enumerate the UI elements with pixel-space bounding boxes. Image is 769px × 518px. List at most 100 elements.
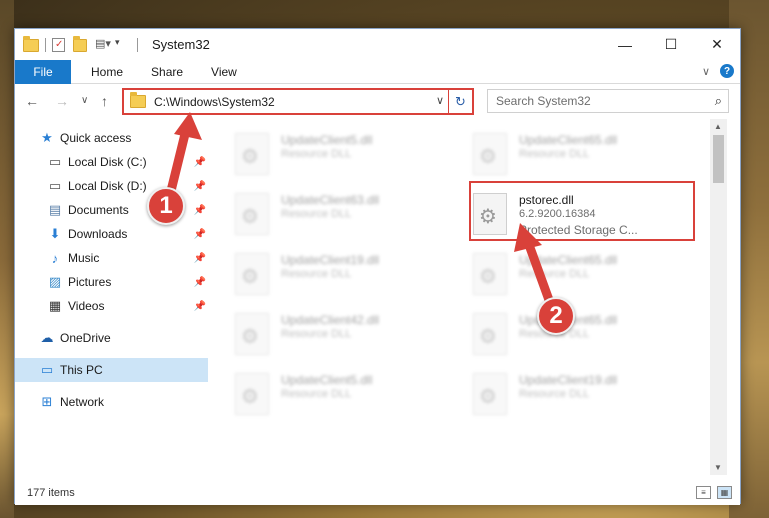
- sidebar-item-music[interactable]: ♪ Music 📌: [15, 246, 208, 270]
- minimize-button[interactable]: —: [602, 29, 648, 60]
- scroll-up-icon[interactable]: ▲: [714, 122, 722, 131]
- cloud-icon: ☁: [40, 330, 54, 345]
- search-input[interactable]: Search System32: [496, 94, 591, 108]
- address-path: C:\Windows\System32: [154, 94, 275, 109]
- dll-file-icon: [473, 373, 507, 415]
- file-type: Resource DLL: [281, 328, 352, 340]
- address-bar[interactable]: C:\Windows\System32 ∨ ↻: [122, 88, 474, 115]
- pin-icon: 📌: [193, 228, 206, 240]
- refresh-icon[interactable]: ↻: [448, 90, 472, 113]
- scrollbar-thumb[interactable]: [713, 135, 724, 183]
- sidebar-item-videos[interactable]: ▦ Videos 📌: [15, 294, 208, 318]
- back-arrow-icon[interactable]: ←: [25, 93, 39, 109]
- file-item[interactable]: UpdateClient19.dll Resource DLL: [473, 367, 693, 423]
- pin-icon: 📌: [193, 180, 206, 192]
- file-type: Resource DLL: [281, 268, 352, 280]
- step-2-badge: 2: [537, 297, 575, 335]
- sidebar-item-downloads[interactable]: ⬇ Downloads 📌: [15, 222, 208, 246]
- star-icon: ★: [41, 130, 53, 145]
- pictures-icon: ▨: [48, 274, 62, 289]
- sidebar-item-local-disk-c[interactable]: ▭ Local Disk (C:) 📌: [15, 150, 208, 174]
- status-bar: 177 items ≡ ▦: [15, 481, 740, 505]
- new-folder-icon[interactable]: [73, 35, 89, 53]
- file-item[interactable]: UpdateClient65.dll Resource DLL: [473, 247, 693, 303]
- pin-icon: 📌: [193, 252, 206, 264]
- sidebar-item-onedrive[interactable]: ☁ OneDrive: [15, 326, 208, 350]
- tiles-view-icon[interactable]: ▦: [717, 486, 732, 499]
- sidebar-item-label: Network: [60, 395, 105, 409]
- sidebar-item-label: Videos: [68, 299, 105, 313]
- divider: [137, 37, 138, 52]
- ribbon-tabs: File Home Share View ∨ ?: [15, 59, 740, 84]
- tab-file[interactable]: File: [15, 59, 71, 84]
- pin-icon: 📌: [193, 300, 206, 312]
- dll-file-icon: [473, 313, 507, 355]
- file-item[interactable]: UpdateClient19.dll Resource DLL: [235, 247, 455, 303]
- step-1-badge: 1: [147, 187, 185, 225]
- address-dropdown-icon[interactable]: ∨: [436, 94, 444, 107]
- tab-home[interactable]: Home: [77, 65, 137, 79]
- sidebar-item-label: Local Disk (C:): [68, 155, 147, 169]
- dll-file-icon: [235, 193, 269, 235]
- file-type: Resource DLL: [281, 388, 352, 400]
- download-icon: ⬇: [49, 226, 61, 241]
- tab-share[interactable]: Share: [137, 65, 197, 79]
- file-name: UpdateClient19.dll: [519, 373, 618, 387]
- file-item[interactable]: UpdateClient65.dll Resource DLL: [473, 307, 693, 363]
- dll-file-icon: [235, 253, 269, 295]
- quick-access-dropdown-icon[interactable]: ▾: [115, 37, 131, 53]
- dll-file-icon: [235, 373, 269, 415]
- up-arrow-icon[interactable]: ↑: [101, 93, 108, 109]
- sidebar-item-quick-access[interactable]: ★ Quick access: [15, 126, 208, 150]
- music-icon: ♪: [51, 250, 59, 266]
- search-icon: ⌕: [714, 93, 722, 108]
- desktop-wallpaper-left: [0, 0, 14, 518]
- file-name: UpdateClient42.dll: [281, 313, 380, 327]
- close-button[interactable]: ✕: [694, 29, 740, 60]
- scroll-down-icon[interactable]: ▼: [714, 463, 722, 472]
- file-list: UpdateClient5.dll Resource DLL UpdateCli…: [209, 119, 727, 475]
- sidebar-item-network[interactable]: ⊞ Network: [15, 390, 208, 414]
- expand-ribbon-icon[interactable]: ∨: [702, 65, 710, 78]
- help-icon[interactable]: ?: [720, 64, 734, 78]
- pin-icon: 📌: [193, 276, 206, 288]
- file-item[interactable]: UpdateClient65.dll Resource DLL: [473, 127, 693, 183]
- network-icon: ⊞: [41, 394, 53, 409]
- customize-toolbar-icon[interactable]: ▤▾: [95, 37, 111, 53]
- file-type: Resource DLL: [281, 148, 352, 160]
- dll-file-icon: [473, 253, 507, 295]
- search-box[interactable]: Search System32 ⌕: [487, 89, 729, 113]
- sidebar-item-label: Quick access: [60, 131, 132, 145]
- properties-icon[interactable]: ✓: [52, 37, 65, 52]
- sidebar-item-label: Downloads: [68, 227, 128, 241]
- file-type: Resource DLL: [519, 268, 590, 280]
- sidebar-item-label: This PC: [60, 363, 103, 377]
- folder-icon: [23, 35, 39, 53]
- divider: [45, 37, 46, 52]
- drive-icon: ▭: [48, 178, 62, 193]
- file-explorer-window: ✓ ▤▾ ▾ System32 — ☐ ✕ File Home Share Vi…: [14, 28, 741, 505]
- pin-icon: 📌: [193, 156, 206, 168]
- navigation-bar: ← → ∨ ↑ C:\Windows\System32 ∨ ↻ Search S…: [15, 85, 740, 117]
- vertical-scrollbar[interactable]: ▲ ▼: [710, 119, 727, 475]
- title-bar: ✓ ▤▾ ▾ System32 — ☐ ✕: [15, 29, 740, 60]
- details-view-icon[interactable]: ≡: [696, 486, 711, 499]
- forward-arrow-icon[interactable]: →: [55, 93, 69, 109]
- maximize-button[interactable]: ☐: [648, 29, 694, 60]
- file-item[interactable]: UpdateClient5.dll Resource DLL: [235, 367, 455, 423]
- tab-view[interactable]: View: [197, 65, 251, 79]
- sidebar-item-pictures[interactable]: ▨ Pictures 📌: [15, 270, 208, 294]
- file-type: Resource DLL: [519, 148, 590, 160]
- sidebar-item-this-pc[interactable]: ▭ This PC: [15, 358, 208, 382]
- item-count: 177 items: [27, 487, 75, 499]
- file-item[interactable]: UpdateClient63.dll Resource DLL: [235, 187, 455, 243]
- file-item[interactable]: UpdateClient5.dll Resource DLL: [235, 127, 455, 183]
- recent-locations-icon[interactable]: ∨: [81, 95, 88, 106]
- file-type: Resource DLL: [281, 208, 352, 220]
- file-name: UpdateClient63.dll: [281, 193, 380, 207]
- folder-icon: [130, 92, 146, 108]
- file-item[interactable]: UpdateClient42.dll Resource DLL: [235, 307, 455, 363]
- computer-icon: ▭: [40, 362, 54, 377]
- file-name: UpdateClient19.dll: [281, 253, 380, 267]
- file-name: UpdateClient65.dll: [519, 253, 618, 267]
